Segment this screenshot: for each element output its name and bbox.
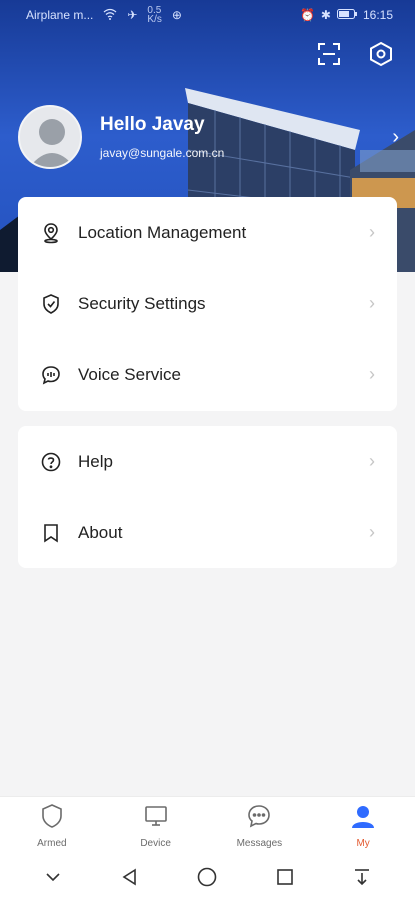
chevron-right-icon: › bbox=[369, 451, 375, 471]
tab-label: Device bbox=[140, 837, 171, 849]
vpn-icon: ⊕ bbox=[171, 8, 182, 22]
chevron-right-icon: › bbox=[369, 522, 375, 542]
chevron-right-icon: › bbox=[369, 293, 375, 313]
profile-section[interactable]: Hello Javay javay@sungale.com.cn bbox=[18, 105, 224, 169]
tab-device[interactable]: Device bbox=[104, 797, 208, 854]
tab-label: Messages bbox=[236, 837, 283, 849]
menu-item-voice-service[interactable]: Voice Service › bbox=[18, 339, 397, 410]
location-pin-icon bbox=[40, 222, 62, 244]
network-speed: 0.5 K/s bbox=[147, 5, 162, 25]
menu-label: Help bbox=[78, 451, 113, 471]
user-icon bbox=[350, 803, 376, 834]
account-email: javay@sungale.com.cn bbox=[100, 146, 225, 160]
home-circle-icon[interactable] bbox=[187, 857, 227, 897]
chat-bubble-icon bbox=[40, 364, 62, 386]
menu-item-security-settings[interactable]: Security Settings › bbox=[18, 268, 397, 339]
profile-chevron-icon[interactable]: › bbox=[392, 126, 399, 149]
menu-label: Location Management bbox=[78, 222, 247, 242]
tab-armed[interactable]: Armed bbox=[0, 797, 104, 854]
system-navigation-bar bbox=[0, 854, 415, 900]
tab-messages[interactable]: Messages bbox=[208, 797, 312, 854]
question-circle-icon bbox=[40, 451, 62, 473]
notification-pull-icon[interactable] bbox=[342, 857, 382, 897]
chevron-right-icon: › bbox=[369, 364, 375, 384]
shield-check-icon bbox=[40, 293, 62, 315]
clock-time: 16:15 bbox=[362, 8, 393, 22]
tab-label: Armed bbox=[37, 837, 67, 849]
status-bar: Airplane m... ✈ 0.5 K/s ⊕ ⏰ ✱ 16:15 bbox=[0, 0, 415, 30]
menu-item-location-management[interactable]: Location Management › bbox=[18, 197, 397, 268]
back-triangle-icon[interactable] bbox=[110, 857, 150, 897]
tab-my[interactable]: My bbox=[311, 797, 415, 854]
chevron-down-icon[interactable] bbox=[33, 857, 73, 897]
recents-square-icon[interactable] bbox=[265, 857, 305, 897]
chevron-right-icon: › bbox=[369, 222, 375, 242]
carrier-text: Airplane m... bbox=[26, 8, 94, 22]
tab-label: My bbox=[356, 837, 370, 849]
menu-label: Voice Service bbox=[78, 364, 181, 384]
greeting-name: Hello Javay bbox=[100, 114, 205, 135]
menu-label: Security Settings bbox=[78, 293, 206, 313]
settings-card-primary: Location Management › Security Settings … bbox=[18, 197, 397, 411]
battery-icon bbox=[336, 8, 357, 22]
avatar[interactable] bbox=[18, 105, 82, 169]
scan-icon[interactable] bbox=[315, 40, 343, 68]
menu-label: About bbox=[78, 522, 123, 542]
bookmark-icon bbox=[40, 522, 62, 544]
menu-item-about[interactable]: About › bbox=[18, 497, 397, 568]
settings-card-secondary: Help › About › bbox=[18, 426, 397, 568]
airplane-icon: ✈ bbox=[127, 8, 138, 22]
monitor-icon bbox=[143, 803, 169, 834]
hexagon-gear-icon[interactable] bbox=[367, 40, 395, 68]
bottom-tab-bar: Armed Device Messages My bbox=[0, 796, 415, 854]
menu-item-help[interactable]: Help › bbox=[18, 426, 397, 497]
shield-icon bbox=[39, 803, 65, 834]
bluetooth-icon: ✱ bbox=[320, 8, 331, 22]
chat-dots-icon bbox=[246, 803, 272, 834]
wifi-icon bbox=[103, 8, 117, 23]
alarm-icon: ⏰ bbox=[299, 8, 315, 22]
